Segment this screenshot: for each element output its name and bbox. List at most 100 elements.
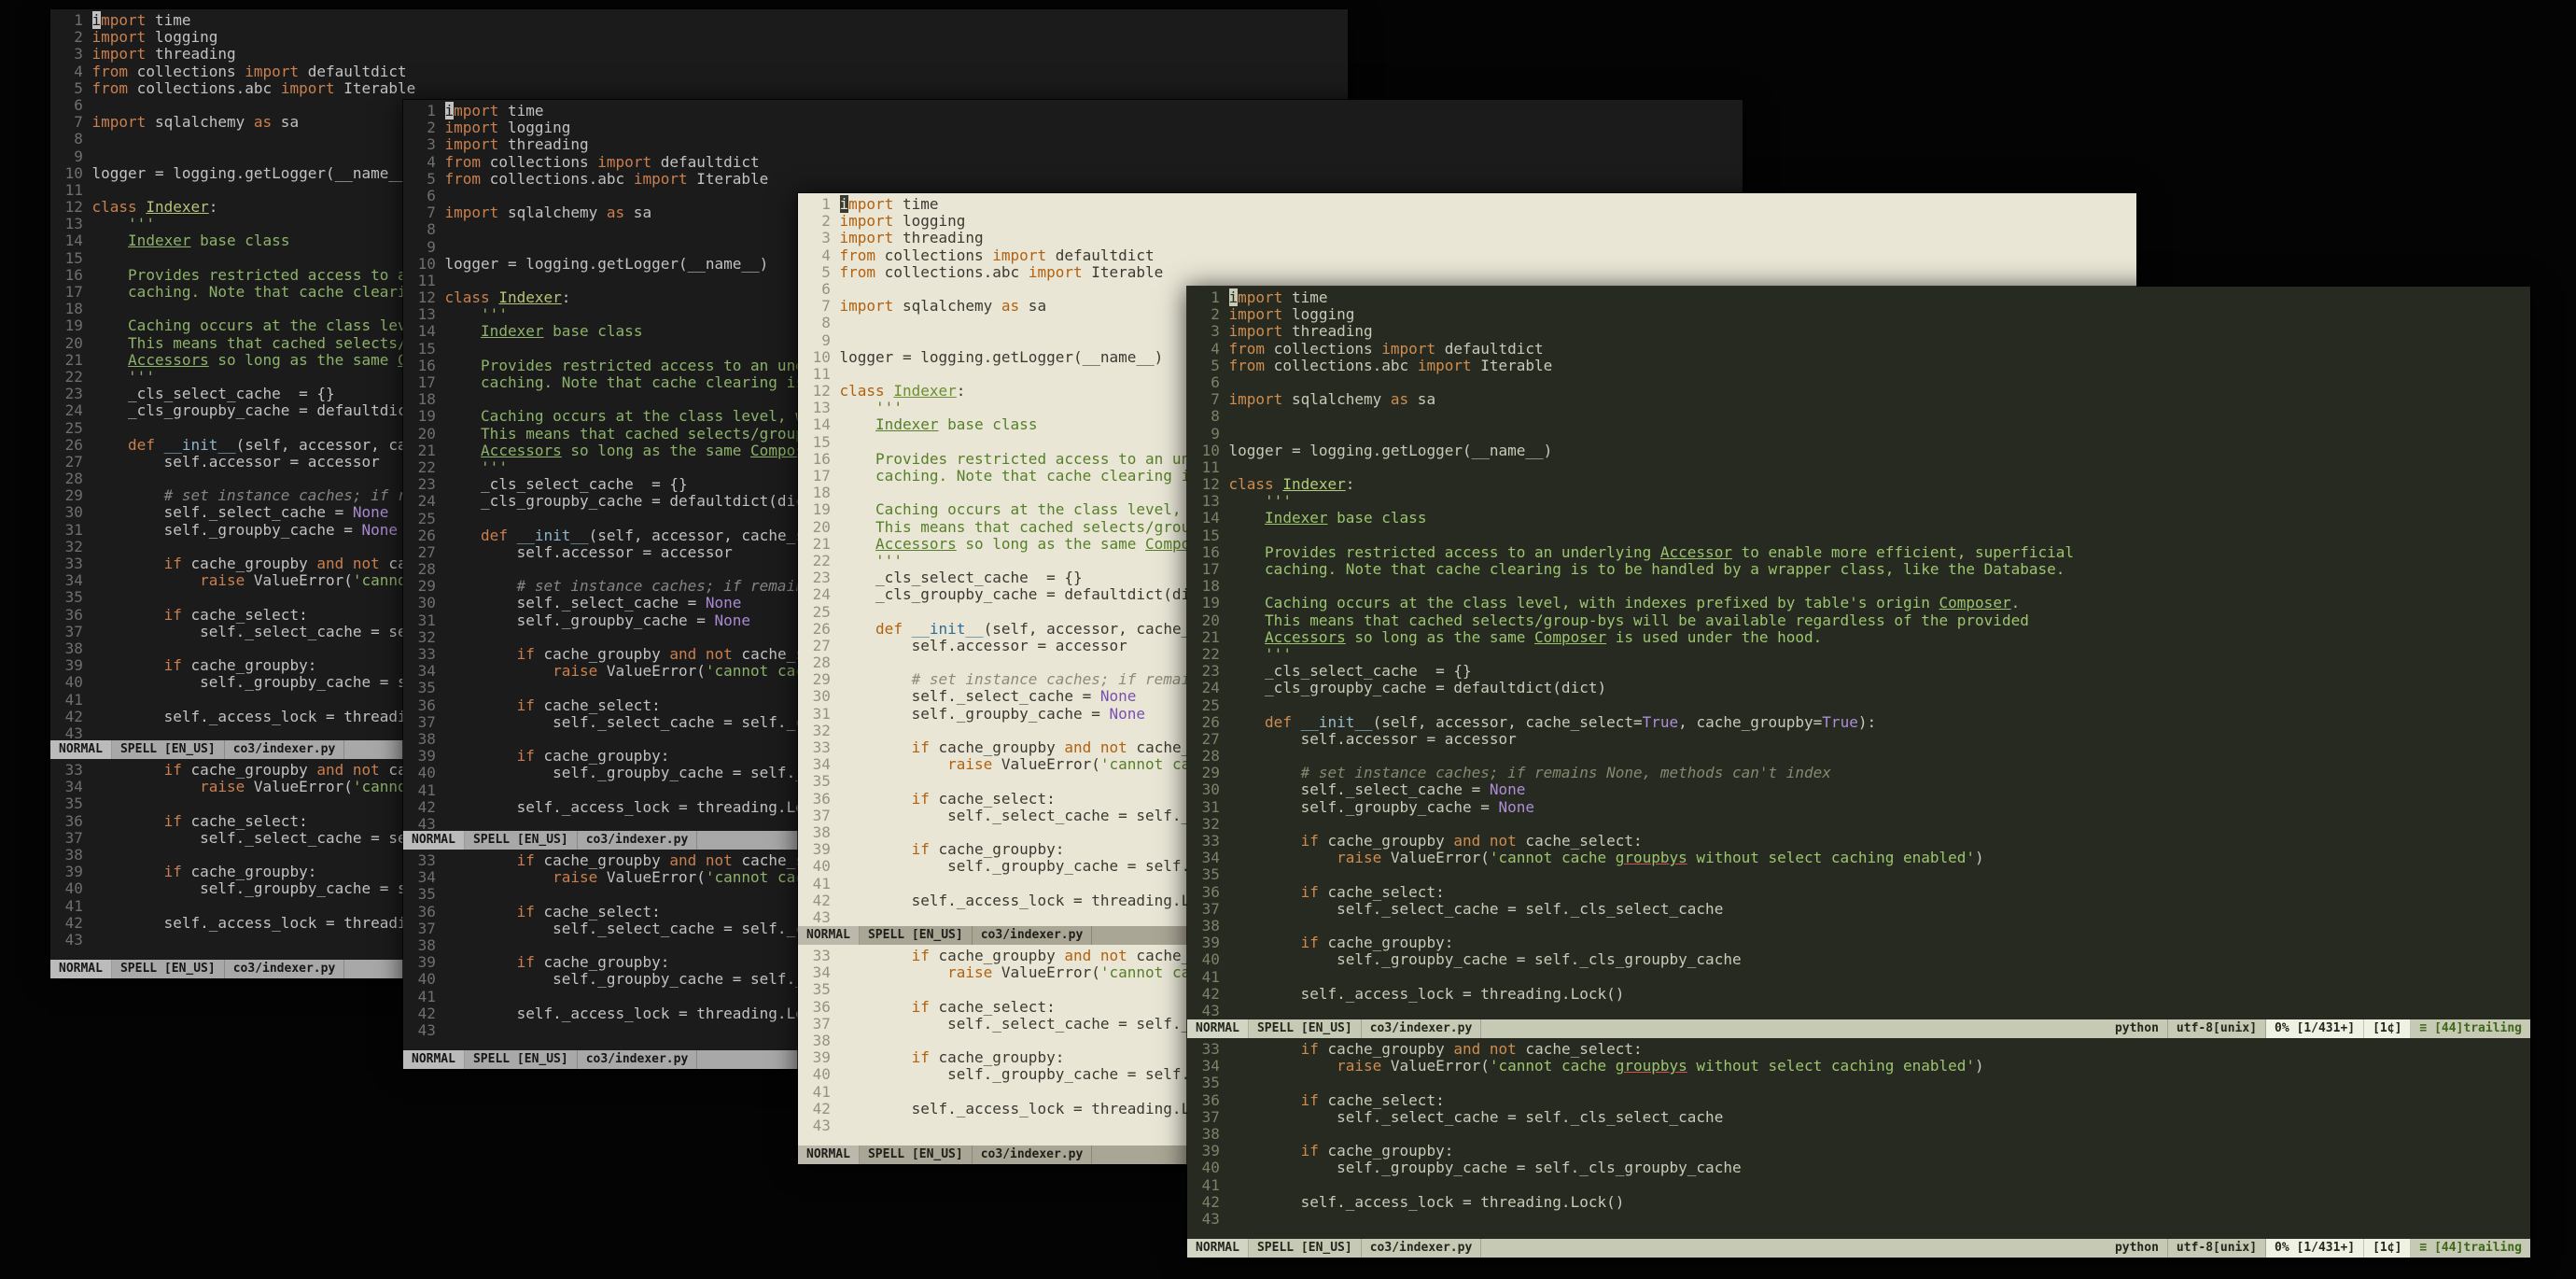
line-number: 3 (74, 45, 83, 63)
code-line: 42 self._access_lock = threading.Lock() (1193, 985, 2530, 1003)
line-number: 22 (1201, 644, 1220, 663)
line-number: 30 (417, 594, 436, 612)
code-line: 43 (1193, 1001, 2530, 1019)
code-line: 7 import sqlalchemy as sa (1193, 390, 2530, 408)
line-number: 35 (812, 772, 831, 791)
line-number: 41 (64, 896, 83, 915)
spell-lang-indicator: SPELL [EN_US] (465, 1050, 578, 1069)
code-line: 37 self._select_cache = self._cls_select… (1193, 899, 2530, 918)
line-number: 35 (1201, 865, 1220, 884)
line-number: 21 (812, 534, 831, 553)
code-line: 11 (1193, 458, 2530, 476)
line-number: 6 (821, 279, 831, 298)
line-number: 10 (1201, 441, 1220, 459)
vim-mode-indicator: NORMAL (50, 960, 112, 978)
code-line: 36 if cache_select: (1193, 883, 2530, 901)
line-number: 16 (64, 265, 83, 284)
code-line: 1 import time (804, 195, 2136, 213)
line-number: 1 (427, 102, 436, 119)
line-number: 43 (64, 930, 83, 949)
line-number: 39 (1201, 934, 1220, 952)
vim-mode-indicator: NORMAL (798, 1145, 860, 1164)
line-number: 43 (1201, 1001, 1220, 1019)
line-number: 24 (1201, 679, 1220, 697)
code-line: 32 (1193, 815, 2530, 833)
line-number: 39 (812, 840, 831, 859)
line-number: 43 (417, 814, 436, 831)
line-number: 12 (417, 288, 436, 307)
spell-lang-indicator: SPELL [EN_US] (860, 1145, 973, 1164)
line-number: 34 (64, 778, 83, 796)
line-number: 42 (64, 707, 83, 725)
desktop: 1 import time 2 import logging 3 import threa… (0, 0, 2576, 1279)
line-number: 40 (417, 970, 436, 989)
code-line: 1 import time (56, 11, 1348, 29)
buffer-indicator: [1¢] (2364, 1019, 2412, 1038)
line-number: 2 (821, 212, 831, 231)
code-pane-bottom[interactable]: 33 if cache_groupby and not cache_select… (1187, 1038, 2530, 1239)
code-line: 2 import logging (409, 119, 1743, 136)
code-line: 5 from collections.abc import Iterable (409, 170, 1743, 188)
line-number: 9 (1211, 424, 1220, 443)
line-number: 25 (1201, 696, 1220, 714)
filetype-indicator: python (2107, 1019, 2168, 1038)
buffer-indicator: [1¢] (2364, 1239, 2412, 1258)
code-line: 1 import time (1193, 288, 2530, 306)
line-number: 38 (417, 729, 436, 748)
scroll-position-indicator: 0% [1/431+] (2266, 1019, 2365, 1038)
line-number: 19 (1201, 594, 1220, 612)
line-number: 42 (812, 891, 831, 909)
line-number: 34 (812, 963, 831, 982)
open-filename: co3/indexer.py (578, 831, 698, 850)
line-number: 33 (64, 761, 83, 779)
line-number: 18 (64, 300, 83, 318)
code-line: 8 (1193, 408, 2530, 425)
line-number: 23 (64, 385, 83, 403)
code-line: 5 from collections.abc import Iterable (804, 263, 2136, 281)
line-number: 37 (1201, 899, 1220, 918)
code-line: 33 if cache_groupby and not cache_select… (1193, 1040, 2530, 1058)
line-number: 15 (812, 432, 831, 451)
line-number: 33 (812, 738, 831, 756)
vim-window-4[interactable]: 1 import time 2 import logging 3 import threa… (1186, 286, 2531, 1258)
code-pane-top[interactable]: 1 import time 2 import logging 3 import threa… (1187, 287, 2530, 1019)
code-line: 31 self._groupby_cache = None (1193, 798, 2530, 816)
line-number: 36 (417, 902, 436, 921)
line-number: 34 (417, 662, 436, 681)
line-number: 28 (812, 654, 831, 672)
code-line: 3 import threading (1193, 323, 2530, 340)
line-number: 1 (821, 195, 831, 213)
code-line: 1 import time (409, 102, 1743, 119)
line-number: 17 (812, 467, 831, 485)
line-number: 35 (64, 588, 83, 607)
line-number: 32 (812, 721, 831, 739)
code-line: 40 self._groupby_cache = self._cls_group… (1193, 1160, 2530, 1176)
code-line: 27 self.accessor = accessor (1193, 730, 2530, 748)
line-number: 21 (64, 350, 83, 369)
open-filename: co3/indexer.py (1362, 1019, 1482, 1038)
line-number: 10 (812, 347, 831, 366)
code-line: 37 self._select_cache = self._cls_select… (1193, 1108, 2530, 1126)
line-number: 38 (1201, 1124, 1220, 1143)
line-number: 11 (417, 271, 436, 289)
line-number: 43 (417, 1020, 436, 1039)
code-line: 29 # set instance caches; if remains Non… (1193, 765, 2530, 781)
code-line: 14 Indexer base class (1193, 510, 2530, 527)
line-number: 32 (64, 537, 83, 555)
line-number: 12 (812, 382, 831, 401)
code-line: 28 (1193, 747, 2530, 765)
line-number: 43 (812, 1116, 831, 1134)
line-number: 33 (812, 947, 831, 964)
line-number: 19 (64, 316, 83, 335)
line-number: 34 (64, 571, 83, 590)
line-number: 17 (417, 373, 436, 391)
line-number: 37 (417, 712, 436, 731)
line-number: 21 (417, 441, 436, 459)
code-line: 13 ''' (1193, 493, 2530, 510)
code-line: 21 Accessors so long as the same Compose… (1193, 628, 2530, 646)
line-number: 37 (64, 828, 83, 847)
line-number: 36 (812, 997, 831, 1016)
line-number: 14 (417, 322, 436, 341)
code-line: 3 import threading (409, 136, 1743, 153)
spell-lang-indicator: SPELL [EN_US] (112, 960, 225, 978)
